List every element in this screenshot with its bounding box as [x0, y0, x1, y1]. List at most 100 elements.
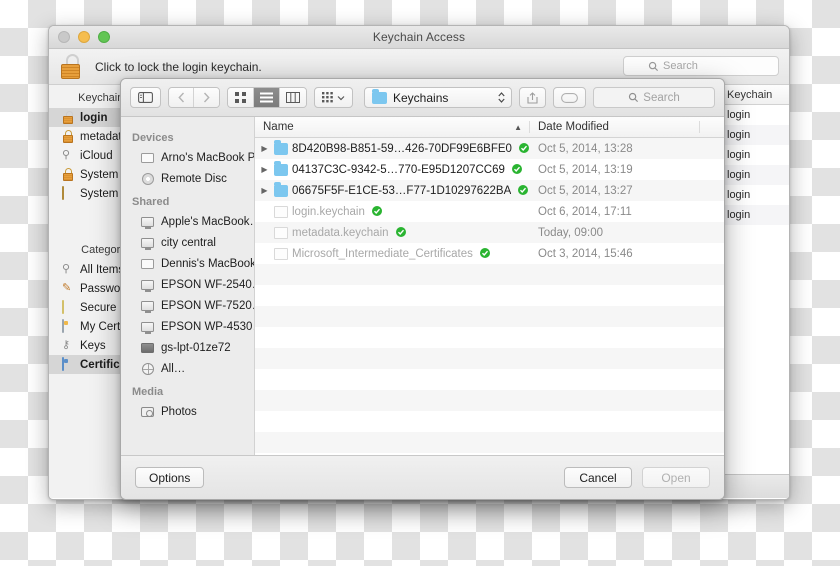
- sidebar-item-label: EPSON WF-7520…: [161, 299, 254, 312]
- sidebar-toggle-button[interactable]: [130, 87, 161, 108]
- sidebar-item-photos[interactable]: Photos: [121, 401, 254, 422]
- sidebar-item-label: System: [80, 168, 119, 181]
- keychain-search-field[interactable]: Search: [623, 56, 779, 76]
- file-row[interactable]: Microsoft_Intermediate_Certificates Oct …: [255, 243, 724, 264]
- folder-icon: [274, 182, 288, 197]
- view-mode-buttons: [227, 87, 307, 108]
- sidebar-item-arnos-macbook-pro[interactable]: Arno's MacBook Pro: [121, 147, 254, 168]
- sidebar-item-remote-disc[interactable]: Remote Disc: [121, 168, 254, 189]
- sidebar-item-label: gs-lpt-01ze72: [161, 341, 231, 354]
- note-icon: [62, 300, 75, 314]
- file-row[interactable]: ▶ 06675F5F-E1CE-53…F77-1D10297622BA Oct …: [255, 180, 724, 201]
- sidebar-item-city-central[interactable]: city central: [121, 232, 254, 253]
- options-button[interactable]: Options: [135, 467, 205, 488]
- pen-icon: ✎: [62, 282, 72, 294]
- open-button[interactable]: Open: [642, 467, 710, 488]
- file-row[interactable]: metadata.keychain Today, 09:00: [255, 222, 724, 243]
- padlock-open-icon[interactable]: [59, 53, 85, 80]
- icon-view-button[interactable]: [228, 88, 254, 107]
- file-name-cell: login.keychain: [255, 203, 530, 221]
- folder-icon: [274, 140, 288, 155]
- file-row-empty: [255, 432, 724, 453]
- cancel-button[interactable]: Cancel: [564, 467, 632, 488]
- file-row-empty: [255, 348, 724, 369]
- path-popup-button[interactable]: Keychains: [364, 87, 512, 108]
- file-row-empty: [255, 264, 724, 285]
- tag-button[interactable]: [553, 87, 586, 108]
- green-check-icon: [511, 161, 523, 179]
- sidebar-item-epson-wf-2540[interactable]: EPSON WF-2540…: [121, 274, 254, 295]
- green-check-icon: [479, 245, 491, 263]
- disclosure-triangle-icon[interactable]: ▶: [259, 165, 270, 174]
- chevron-down-icon: [337, 95, 345, 100]
- chevron-up-icon: ▲: [514, 122, 522, 132]
- share-icon: [527, 91, 538, 104]
- lock-closed-icon: [62, 168, 75, 181]
- sidebar-group-shared: Shared: [132, 196, 170, 208]
- column-view-button[interactable]: [280, 88, 306, 107]
- file-row[interactable]: login.keychain Oct 6, 2014, 17:11: [255, 201, 724, 222]
- file-name: metadata.keychain: [292, 226, 389, 239]
- list-view-button[interactable]: [254, 88, 280, 107]
- file-name: 8D420B98-B851-59…426-70DF99E6BFE0: [292, 142, 512, 155]
- navigation-buttons: [168, 87, 220, 108]
- share-button[interactable]: [519, 87, 546, 108]
- up-down-stepper-icon: [498, 92, 505, 103]
- column-header-date-modified[interactable]: Date Modified: [530, 121, 700, 133]
- sidebar-item-apples-macbook[interactable]: Apple's MacBook…: [121, 211, 254, 232]
- icon-view-icon: [235, 92, 246, 103]
- dialog-search-field[interactable]: Search: [593, 87, 715, 108]
- folder-icon: [274, 161, 288, 176]
- keychain-search-placeholder: Search: [663, 60, 698, 72]
- sidebar-item-label: Keys: [80, 339, 106, 352]
- file-list-header: Name ▲ Date Modified: [255, 117, 724, 138]
- arrange-button[interactable]: [314, 87, 353, 108]
- file-row-empty: [255, 306, 724, 327]
- green-check-icon: [395, 224, 407, 242]
- sidebar-item-denniss-macbook[interactable]: Dennis's MacBook…: [121, 253, 254, 274]
- disclosure-triangle-icon[interactable]: ▶: [259, 144, 270, 153]
- back-button[interactable]: [169, 88, 194, 107]
- shared-computer-icon: [140, 300, 155, 313]
- sidebar-item-all[interactable]: All…: [121, 358, 254, 379]
- file-row[interactable]: ▶ 8D420B98-B851-59…426-70DF99E6BFE0 Oct …: [255, 138, 724, 159]
- sidebar-item-gs-lpt-01ze72[interactable]: gs-lpt-01ze72: [121, 337, 254, 358]
- file-row[interactable]: ▶ 04137C3C-9342-5…770-E95D1207CC69 Oct 5…: [255, 159, 724, 180]
- dialog-body: Devices Arno's MacBook Pro Remote Disc S…: [121, 117, 724, 455]
- file-date: Oct 3, 2014, 15:46: [538, 247, 633, 260]
- column-header-keychain[interactable]: Keychain: [719, 89, 789, 101]
- file-name-cell: ▶ 06675F5F-E1CE-53…F77-1D10297622BA: [255, 182, 530, 200]
- column-header-name[interactable]: Name ▲: [255, 121, 530, 133]
- document-icon: [274, 205, 288, 218]
- file-row-empty: [255, 369, 724, 390]
- sidebar-item-label: Photos: [161, 405, 197, 418]
- document-icon: [274, 247, 288, 260]
- dialog-search-placeholder: Search: [643, 91, 680, 104]
- sidebar-item-label: EPSON WF-2540…: [161, 278, 254, 291]
- globe-icon: [140, 362, 155, 375]
- file-row-empty: [255, 285, 724, 306]
- column-header-name-label: Name: [263, 121, 294, 133]
- file-name-cell: ▶ 8D420B98-B851-59…426-70DF99E6BFE0: [255, 140, 530, 158]
- file-name: login.keychain: [292, 205, 365, 218]
- sidebar-item-label: city central: [161, 236, 216, 249]
- sidebar-item-label: All…: [161, 362, 186, 375]
- sidebar-item-epson-wf-7520[interactable]: EPSON WF-7520…: [121, 295, 254, 316]
- file-name-cell: metadata.keychain: [255, 224, 530, 242]
- computer-icon: [140, 258, 155, 269]
- dialog-action-buttons: Cancel Open: [564, 467, 710, 488]
- folder-icon: [372, 89, 387, 104]
- shared-computer-icon: [140, 279, 155, 292]
- file-list: Name ▲ Date Modified ▶ 8D420B98-B851-59……: [255, 117, 724, 455]
- camera-icon: [140, 406, 155, 417]
- sidebar-item-label: Dennis's MacBook…: [161, 257, 254, 270]
- file-row-empty: [255, 390, 724, 411]
- disclosure-triangle-icon[interactable]: ▶: [259, 186, 270, 195]
- column-view-icon: [286, 92, 300, 103]
- sidebar-item-epson-wp-4530[interactable]: EPSON WP-4530…: [121, 316, 254, 337]
- lock-message: Click to lock the login keychain.: [95, 59, 262, 74]
- forward-button[interactable]: [194, 88, 219, 107]
- tag-icon: [561, 92, 578, 103]
- cell-keychain: login: [727, 129, 751, 141]
- sidebar-item-label: Apple's MacBook…: [161, 215, 254, 228]
